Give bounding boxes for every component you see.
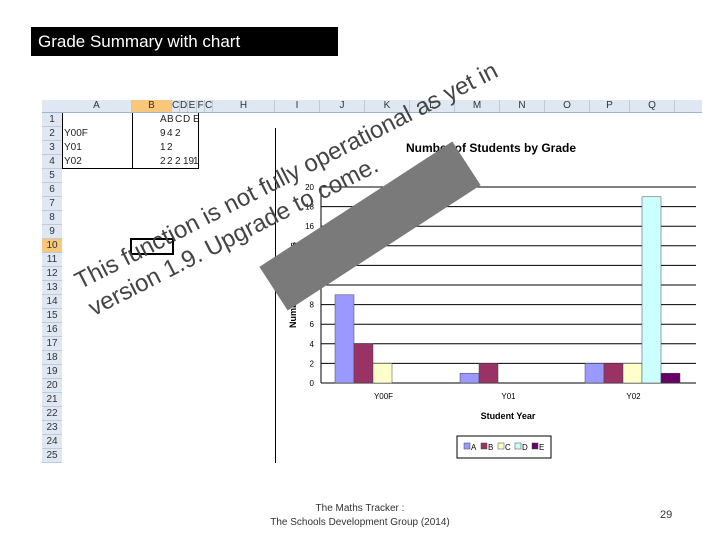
legend-swatch-E: [531, 442, 539, 450]
table-border: [62, 113, 199, 169]
column-header[interactable]: C: [205, 100, 213, 112]
x-tick-label: Y01: [501, 392, 516, 401]
y-tick-label: 0: [310, 379, 315, 388]
row-header[interactable]: 18: [42, 351, 62, 365]
bar-C: [372, 363, 393, 384]
row-header[interactable]: 6: [42, 183, 62, 197]
chart: Number of Students by Grade0246810121416…: [275, 128, 701, 463]
row-header[interactable]: 23: [42, 421, 62, 435]
bar-B: [603, 363, 624, 384]
row-header[interactable]: 8: [42, 211, 62, 225]
column-header[interactable]: B: [132, 100, 172, 112]
y-tick-label: 8: [310, 301, 315, 310]
row-header[interactable]: 12: [42, 267, 62, 281]
legend-label: C: [505, 443, 511, 452]
y-tick-label: 18: [305, 203, 314, 212]
row-header[interactable]: 25: [42, 449, 62, 463]
row-header[interactable]: 24: [42, 435, 62, 449]
bar-A: [584, 363, 605, 384]
bar-B: [478, 363, 499, 384]
legend-swatch-A: [463, 442, 471, 450]
x-tick-label: Y00F: [374, 392, 393, 401]
column-header[interactable]: H: [213, 100, 275, 112]
row-header[interactable]: 17: [42, 337, 62, 351]
row-header[interactable]: 15: [42, 309, 62, 323]
row-header[interactable]: 10: [42, 239, 62, 253]
row-header[interactable]: 19: [42, 365, 62, 379]
column-header[interactable]: I: [275, 100, 320, 112]
row-header[interactable]: 13: [42, 281, 62, 295]
chart-title: Number of Students by Grade: [406, 141, 576, 155]
column-header[interactable]: N: [500, 100, 545, 112]
row-header[interactable]: 20: [42, 379, 62, 393]
legend-swatch-D: [514, 442, 522, 450]
row-header[interactable]: 7: [42, 197, 62, 211]
legend-label: D: [522, 443, 528, 452]
bar-A: [334, 294, 355, 384]
y-tick-label: 16: [305, 222, 314, 231]
legend-label: B: [488, 443, 493, 452]
column-header-row: ABCDEFCHIJKLMNOPQ: [42, 100, 702, 113]
legend-swatch-B: [480, 442, 488, 450]
y-tick-label: 20: [305, 183, 314, 192]
row-header[interactable]: 4: [42, 155, 62, 169]
row-header[interactable]: 2: [42, 127, 62, 141]
row-header[interactable]: 21: [42, 393, 62, 407]
row-header[interactable]: 1: [42, 113, 62, 127]
row-header[interactable]: 11: [42, 253, 62, 267]
legend-swatch-C: [497, 442, 505, 450]
row-header[interactable]: 22: [42, 407, 62, 421]
bar-C: [622, 363, 643, 384]
column-header[interactable]: P: [590, 100, 630, 112]
bar-E: [660, 372, 681, 384]
column-header[interactable]: F: [197, 100, 205, 112]
column-header[interactable]: O: [545, 100, 590, 112]
column-header[interactable]: E: [188, 100, 197, 112]
legend-label: E: [539, 443, 544, 452]
bar-B: [353, 343, 374, 384]
y-tick-label: 6: [310, 320, 315, 329]
row-header[interactable]: 16: [42, 323, 62, 337]
column-header[interactable]: L: [410, 100, 455, 112]
row-header[interactable]: 3: [42, 141, 62, 155]
selected-cell-box[interactable]: [130, 238, 174, 255]
slide-title: Grade Summary with chart: [31, 27, 338, 56]
column-header[interactable]: A: [62, 100, 132, 112]
bar-D: [641, 196, 662, 384]
column-header[interactable]: K: [365, 100, 410, 112]
footer: The Maths Tracker : The Schools Developm…: [230, 502, 490, 530]
legend-label: A: [471, 443, 477, 452]
column-header[interactable]: M: [455, 100, 500, 112]
page-number: 29: [660, 509, 673, 521]
x-tick-label: Y02: [626, 392, 641, 401]
x-axis-label: Student Year: [481, 411, 536, 421]
column-header[interactable]: Q: [630, 100, 675, 112]
table-divider: [132, 113, 133, 168]
row-header[interactable]: 5: [42, 169, 62, 183]
row-header[interactable]: 9: [42, 225, 62, 239]
column-header[interactable]: J: [320, 100, 365, 112]
footer-line-2: The Schools Development Group (2014): [270, 517, 450, 528]
row-header[interactable]: 14: [42, 295, 62, 309]
chart-svg: Number of Students by Grade0246810121416…: [288, 141, 696, 459]
bar-A: [459, 372, 480, 384]
footer-line-1: The Maths Tracker :: [315, 503, 405, 514]
column-header[interactable]: D: [180, 100, 188, 112]
column-header[interactable]: C: [172, 100, 180, 112]
y-tick-label: 2: [310, 359, 315, 368]
y-tick-label: 4: [310, 340, 315, 349]
